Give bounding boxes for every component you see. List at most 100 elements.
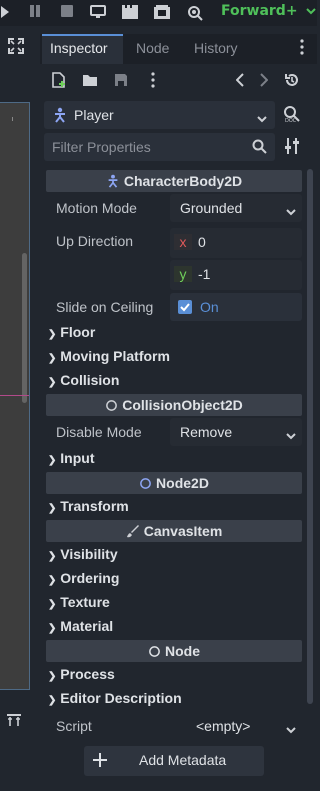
brush-icon xyxy=(126,525,139,538)
disable-mode-dropdown[interactable]: Remove xyxy=(170,418,302,446)
new-resource-icon[interactable] xyxy=(49,72,69,92)
category-label: Node xyxy=(165,643,200,659)
stop-icon[interactable] xyxy=(59,5,75,21)
section-collision[interactable]: ❯ Collision xyxy=(48,372,119,388)
section-label: Collision xyxy=(60,372,120,388)
script-value: <empty> xyxy=(196,718,251,734)
up-direction-x-field[interactable]: x 0 xyxy=(170,228,302,258)
top-toolbar: Forward+ xyxy=(0,0,317,26)
chevron-down-icon xyxy=(286,427,296,443)
section-transform[interactable]: ❯ Transform xyxy=(48,498,129,514)
script-picker[interactable]: <empty> xyxy=(170,712,302,740)
tab-inspector[interactable]: Inspector xyxy=(50,40,108,56)
category-label: CharacterBody2D xyxy=(123,173,243,189)
inspector-scrollbar[interactable] xyxy=(307,169,313,704)
section-moving-platform[interactable]: ❯ Moving Platform xyxy=(48,348,170,364)
renderer-label: Forward+ xyxy=(221,3,298,19)
search-scene-icon[interactable] xyxy=(187,5,203,21)
section-label: Visibility xyxy=(60,546,118,562)
section-label: Editor Description xyxy=(60,690,182,706)
filter-placeholder: Filter Properties xyxy=(52,139,151,155)
section-label: Process xyxy=(60,666,115,682)
node-icon xyxy=(149,646,160,657)
viewport-canvas[interactable] xyxy=(0,102,30,690)
history-forward-icon[interactable] xyxy=(254,72,274,92)
section-process[interactable]: ❯ Process xyxy=(48,666,115,682)
section-label: Input xyxy=(60,450,95,466)
category-label: CanvasItem xyxy=(143,523,223,539)
plus-icon xyxy=(92,752,108,771)
tab-history[interactable]: History xyxy=(194,40,238,56)
category-label: Node2D xyxy=(156,475,209,491)
up-x-value: 0 xyxy=(198,234,206,250)
remote-debug-icon[interactable] xyxy=(90,5,106,21)
viewport-scrollbar[interactable] xyxy=(22,253,27,403)
open-docs-icon[interactable]: DOC xyxy=(282,105,302,125)
search-icon xyxy=(252,139,267,157)
renderer-menu[interactable]: Forward+ xyxy=(221,3,317,19)
section-ordering[interactable]: ❯ Ordering xyxy=(48,570,119,586)
slide-value: On xyxy=(200,299,219,315)
disable-mode-value: Remove xyxy=(180,424,233,440)
pause-icon[interactable] xyxy=(27,5,43,21)
section-label: Ordering xyxy=(60,570,120,586)
slide-on-ceiling-checkbox[interactable]: On xyxy=(170,293,302,321)
characterbody-icon xyxy=(52,107,68,126)
motion-mode-dropdown[interactable]: Grounded xyxy=(170,194,302,222)
svg-text:DOC: DOC xyxy=(285,118,297,123)
section-label: Transform xyxy=(60,498,129,514)
chevron-down-icon xyxy=(257,110,267,126)
section-editor-description[interactable]: ❯ Editor Description xyxy=(48,690,182,706)
category-canvasitem: CanvasItem xyxy=(46,520,302,542)
section-visibility[interactable]: ❯ Visibility xyxy=(48,546,118,562)
tools-icon[interactable] xyxy=(282,137,302,157)
fullscreen-icon[interactable] xyxy=(6,38,26,58)
script-label: Script xyxy=(56,718,92,734)
collisionobject-icon xyxy=(106,400,118,411)
object-name: Player xyxy=(74,107,114,123)
section-label: Texture xyxy=(60,594,110,610)
up-direction-label: Up Direction xyxy=(56,233,134,249)
y-axis-label: y xyxy=(174,266,192,282)
viewport-panel xyxy=(0,34,34,791)
filter-properties-input[interactable]: Filter Properties xyxy=(44,133,275,161)
category-node2d: Node2D xyxy=(46,472,302,494)
characterbody-icon xyxy=(108,174,118,188)
x-axis-label: x xyxy=(174,234,192,250)
viewport-guide-line xyxy=(0,395,29,396)
bottom-panel-toggle-icon[interactable] xyxy=(4,712,24,732)
ruler-tick xyxy=(12,117,13,121)
play-icon[interactable] xyxy=(0,5,14,21)
node2d-icon xyxy=(140,478,151,489)
tab-node[interactable]: Node xyxy=(136,40,169,56)
checkbox-checked-icon xyxy=(178,300,192,314)
save-icon[interactable] xyxy=(111,72,131,92)
up-direction-y-field[interactable]: y -1 xyxy=(170,260,302,290)
chevron-down-icon xyxy=(286,721,296,737)
dock-menu-icon[interactable] xyxy=(292,39,312,59)
section-material[interactable]: ❯ Material xyxy=(48,618,113,634)
section-label: Material xyxy=(60,618,114,634)
category-label: CollisionObject2D xyxy=(122,397,243,413)
category-node: Node xyxy=(46,640,302,662)
section-label: Floor xyxy=(60,324,96,340)
section-texture[interactable]: ❯ Texture xyxy=(48,594,110,610)
scene-icon[interactable] xyxy=(154,5,170,21)
chevron-down-icon xyxy=(286,203,296,219)
add-metadata-button[interactable]: Add Metadata xyxy=(84,746,264,776)
chevron-down-icon xyxy=(306,8,317,15)
slide-on-ceiling-label: Slide on Ceiling xyxy=(56,299,154,315)
history-back-icon[interactable] xyxy=(230,72,250,92)
category-collisionobject2d: CollisionObject2D xyxy=(46,394,302,416)
section-input[interactable]: ❯ Input xyxy=(48,450,95,466)
inspector-dock: Inspector Node History Player DOC Filter… xyxy=(40,34,317,791)
object-history-icon[interactable] xyxy=(282,72,302,92)
dock-tabs: Inspector Node History xyxy=(40,34,317,64)
object-selector[interactable]: Player xyxy=(44,101,275,129)
disable-mode-label: Disable Mode xyxy=(56,424,142,440)
movie-icon[interactable] xyxy=(122,5,138,21)
open-folder-icon[interactable] xyxy=(80,72,100,92)
more-options-icon[interactable] xyxy=(143,72,163,92)
section-floor[interactable]: ❯ Floor xyxy=(48,324,95,340)
motion-mode-label: Motion Mode xyxy=(56,200,137,216)
